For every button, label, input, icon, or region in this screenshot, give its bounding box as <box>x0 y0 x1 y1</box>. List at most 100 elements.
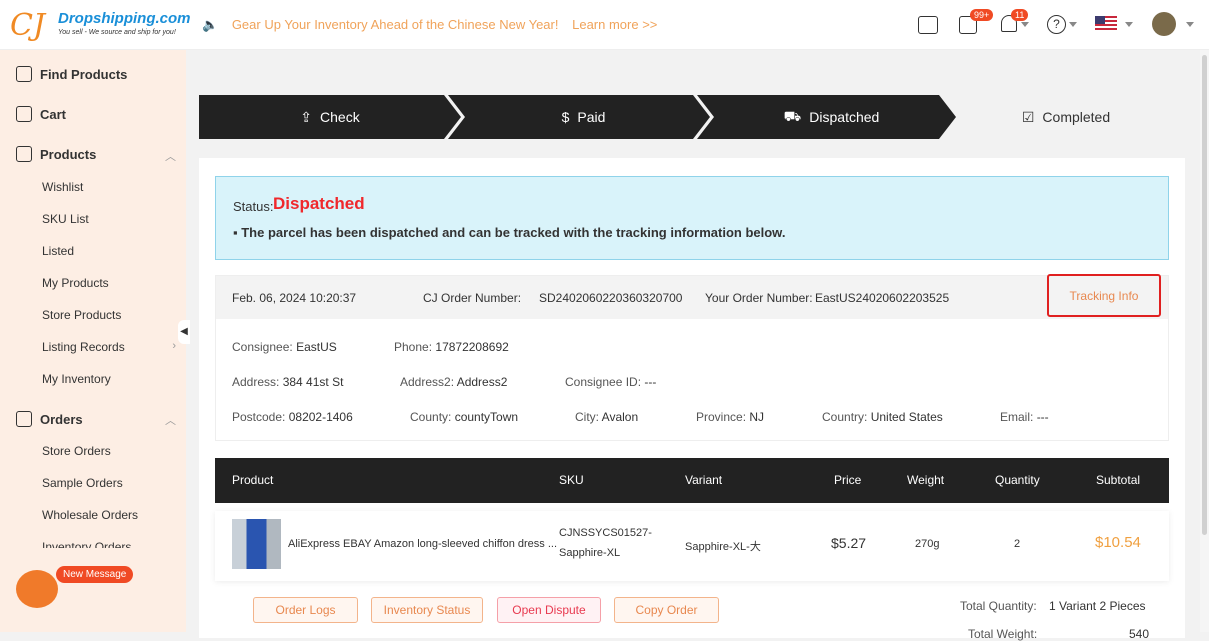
chevron-up-icon[interactable]: ︿ <box>165 412 176 428</box>
sidebar-item-orders[interactable]: Orders <box>16 411 83 427</box>
sidebar-item-my-inventory[interactable]: My Inventory <box>42 372 111 386</box>
new-message-badge[interactable]: New Message <box>56 566 133 583</box>
cart-icon <box>16 106 32 122</box>
county: countyTown <box>455 410 518 424</box>
consignee-id-label: Consignee ID: <box>565 375 641 389</box>
chevron-up-icon[interactable]: ︿ <box>165 148 176 164</box>
open-dispute-button[interactable]: Open Dispute <box>497 597 601 623</box>
address2: Address2 <box>457 375 508 389</box>
total-weight-label: Total Weight: <box>968 627 1037 641</box>
main-content: ⇪Check $Paid ⛟Dispatched ☑Completed Stat… <box>186 50 1200 632</box>
step-paid: $ Paid <box>461 95 706 139</box>
consignee: EastUS <box>296 340 337 354</box>
logo-tagline: You sell - We source and ship for you! <box>58 29 176 36</box>
total-quantity: 1 Variant 2 Pieces <box>1049 599 1146 613</box>
us-flag-icon[interactable] <box>1095 16 1117 31</box>
sidebar-item-store-orders[interactable]: Store Orders <box>42 444 111 458</box>
copy-order-button[interactable]: Copy Order <box>614 597 719 623</box>
products-icon <box>16 146 32 162</box>
your-order-label: Your Order Number: <box>705 291 813 305</box>
sidebar-item-store-products[interactable]: Store Products <box>42 308 121 322</box>
step-check: ⇪ Check <box>199 95 461 139</box>
chevron-down-icon[interactable] <box>1069 22 1077 27</box>
sidebar-item-find-products[interactable]: Find Products <box>16 66 127 82</box>
postcode-label: Postcode: <box>232 410 285 424</box>
email-label: Email: <box>1000 410 1033 424</box>
label: Products <box>40 147 96 162</box>
check-icon: ⇪ <box>300 109 312 126</box>
col-variant: Variant <box>685 473 722 487</box>
country: United States <box>871 410 943 424</box>
label: Dispatched <box>809 109 879 125</box>
learn-more-link[interactable]: Learn more >> <box>572 17 657 32</box>
label: Paid <box>577 109 605 125</box>
province-label: Province: <box>696 410 746 424</box>
tracking-info-button[interactable]: Tracking Info <box>1047 274 1161 317</box>
sku-cont: Sapphire-XL <box>559 547 620 559</box>
your-order-number: EastUS24020602203525 <box>815 291 949 305</box>
chevron-down-icon[interactable] <box>1186 22 1194 27</box>
label: Completed <box>1042 109 1110 125</box>
status-message: The parcel has been dispatched and can b… <box>241 225 785 240</box>
inventory-status-button[interactable]: Inventory Status <box>371 597 483 623</box>
address2-label: Address2: <box>400 375 454 389</box>
status-value: Dispatched <box>273 194 365 214</box>
avatar[interactable] <box>1152 12 1176 36</box>
chevron-right-icon: › <box>172 340 176 352</box>
cj-order-label: CJ Order Number: <box>423 291 521 305</box>
quantity: 2 <box>1014 538 1020 550</box>
products-table-header: Product SKU Variant Price Weight Quantit… <box>215 458 1169 503</box>
city-label: City: <box>575 410 599 424</box>
order-date: Feb. 06, 2024 10:20:37 <box>232 291 356 305</box>
chevron-down-icon[interactable] <box>1021 22 1029 27</box>
logo[interactable]: CJ Dropshipping.com You sell - We source… <box>10 6 185 46</box>
price: $5.27 <box>831 535 866 551</box>
col-weight: Weight <box>907 473 944 487</box>
weight: 270g <box>915 538 939 550</box>
table-row: AliExpress EBAY Amazon long-sleeved chif… <box>215 511 1169 581</box>
scrollbar-thumb[interactable] <box>1202 55 1207 535</box>
consignee-label: Consignee: <box>232 340 293 354</box>
country-label: Country: <box>822 410 867 424</box>
address-label: Address: <box>232 375 279 389</box>
sidebar: Find Products Cart Products ︿ Wishlist S… <box>0 50 186 632</box>
variant: Sapphire-XL-大 <box>685 538 761 554</box>
announcement-text: Gear Up Your Inventory Ahead of the Chin… <box>232 17 559 32</box>
order-info: Feb. 06, 2024 10:20:37 CJ Order Number: … <box>215 275 1169 441</box>
sidebar-item-inventory-orders[interactable]: Inventory Orders <box>42 540 131 548</box>
cj-order-number: SD2402060220360320700 <box>539 291 682 305</box>
tasks-badge: 99+ <box>970 9 993 21</box>
completed-icon: ☑ <box>1022 109 1035 126</box>
chevron-down-icon[interactable] <box>1125 22 1133 27</box>
postcode: 08202-1406 <box>289 410 353 424</box>
sidebar-item-cart[interactable]: Cart <box>16 106 66 122</box>
paid-icon: $ <box>562 109 570 125</box>
sidebar-item-sku-list[interactable]: SKU List <box>42 212 89 226</box>
sidebar-item-listing-records[interactable]: Listing Records <box>42 340 125 354</box>
sidebar-item-sample-orders[interactable]: Sample Orders <box>42 476 123 490</box>
product-thumbnail[interactable] <box>232 519 281 569</box>
col-subtotal: Subtotal <box>1096 473 1140 487</box>
video-icon[interactable] <box>918 16 938 34</box>
city: Avalon <box>602 410 638 424</box>
help-icon[interactable]: ? <box>1047 15 1066 34</box>
truck-icon: ⛟ <box>784 108 802 127</box>
top-bar: CJ Dropshipping.com You sell - We source… <box>0 0 1209 50</box>
total-quantity-label: Total Quantity: <box>960 599 1037 613</box>
sidebar-item-listed[interactable]: Listed <box>42 244 74 258</box>
order-logs-button[interactable]: Order Logs <box>253 597 358 623</box>
label: Check <box>320 109 360 125</box>
sku: CJNSSYCS01527- <box>559 527 652 539</box>
announcement: 🔈 Gear Up Your Inventory Ahead of the Ch… <box>202 17 667 33</box>
orders-icon <box>16 411 32 427</box>
sidebar-item-products[interactable]: Products <box>16 146 178 162</box>
total-weight: 540 <box>1129 627 1149 641</box>
product-name[interactable]: AliExpress EBAY Amazon long-sleeved chif… <box>288 538 557 550</box>
support-bot-icon[interactable] <box>16 570 58 608</box>
scrollbar[interactable] <box>1200 50 1209 632</box>
sidebar-item-wishlist[interactable]: Wishlist <box>42 180 83 194</box>
logo-name: Dropshipping.com <box>58 10 191 27</box>
sidebar-item-wholesale-orders[interactable]: Wholesale Orders <box>42 508 138 522</box>
speaker-icon: 🔈 <box>202 17 218 32</box>
sidebar-item-my-products[interactable]: My Products <box>42 276 109 290</box>
